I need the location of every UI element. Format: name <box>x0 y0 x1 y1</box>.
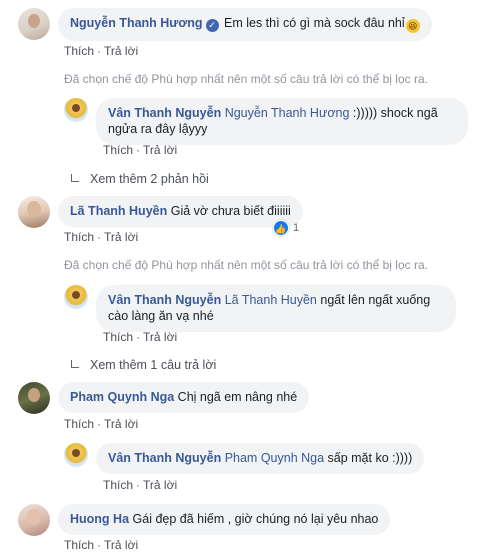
reply-button[interactable]: Trả lời <box>104 44 138 58</box>
commenter-name[interactable]: Lã Thanh Huyền <box>70 204 167 218</box>
commenter-name[interactable]: Vân Thanh Nguyễn <box>108 451 221 465</box>
filter-notice: Đã chọn chế độ Phù hợp nhất nên một số c… <box>64 72 428 86</box>
avatar[interactable] <box>64 443 88 467</box>
comment-text: sấp mặt ko :)))) <box>324 451 413 465</box>
comment-actions: Thích · Trả lời <box>103 478 178 492</box>
comment-actions: Thích · Trả lời <box>103 143 178 157</box>
comment-actions: Thích · Trả lời <box>103 330 178 344</box>
comment-text: :))))) shock ngã <box>349 106 438 120</box>
commenter-name[interactable]: Vân Thanh Nguyễn <box>108 106 221 120</box>
avatar[interactable] <box>18 196 50 228</box>
comment-bubble: Nguyễn Thanh Hương ✓ Em les thì có gì mà … <box>58 8 432 41</box>
like-reaction-icon: 👍 <box>273 220 289 236</box>
avatar[interactable] <box>64 98 88 122</box>
grin-emoji-icon: 😆 <box>405 19 420 33</box>
comment-actions: Thích · Trả lời <box>64 417 139 431</box>
comment-4: Huong Ha Gái đẹp đã hiếm , giờ chúng nó … <box>18 504 391 536</box>
comment-bubble: Huong Ha Gái đẹp đã hiếm , giờ chúng nó … <box>58 504 391 535</box>
filter-notice: Đã chọn chế độ Phù hợp nhất nên một số c… <box>64 258 428 272</box>
reply-button[interactable]: Trả lời <box>104 230 138 244</box>
commenter-name[interactable]: Nguyễn Thanh Hương <box>70 16 203 30</box>
mentioned-user[interactable]: Pham Quynh Nga <box>225 451 324 465</box>
reply-button[interactable]: Trả lời <box>104 417 138 431</box>
comment-actions: Thích · Trả lời <box>64 44 139 58</box>
commenter-name[interactable]: Huong Ha <box>70 512 129 526</box>
like-button[interactable]: Thích <box>103 330 133 344</box>
reply-3: Vân Thanh Nguyễn Pham Quynh Nga sấp mặt … <box>64 443 425 474</box>
comment-text: ngất lên ngất xuống <box>316 293 431 307</box>
reply-button[interactable]: Trả lời <box>143 330 177 344</box>
like-button[interactable]: Thích <box>64 538 94 552</box>
like-button[interactable]: Thích <box>64 230 94 244</box>
comment-bubble: Vân Thanh Nguyễn Lã Thanh Huyền ngất lên… <box>96 285 456 332</box>
mentioned-user[interactable]: Nguyễn Thanh Hương <box>225 106 350 120</box>
comment-bubble: Lã Thanh Huyền Giả vờ chưa biết điiiiii <box>58 196 303 227</box>
comment-text: Em les thì có gì mà sock đâu nhỉ <box>224 16 405 30</box>
avatar[interactable] <box>64 285 88 309</box>
view-more-label: Xem thêm 2 phản hồi <box>90 172 209 186</box>
like-button[interactable]: Thích <box>103 143 133 157</box>
comment-actions: Thích · Trả lời <box>64 538 139 552</box>
comment-text: cào làng ăn vạ nhé <box>108 309 214 323</box>
avatar[interactable] <box>18 504 50 536</box>
comment-text: Giả vờ chưa biết điiiiii <box>170 204 291 218</box>
commenter-name[interactable]: Vân Thanh Nguyễn <box>108 293 221 307</box>
comment-1: Nguyễn Thanh Hương ✓ Em les thì có gì mà … <box>18 8 432 41</box>
verified-badge-icon: ✓ <box>205 19 219 32</box>
reply-arrow-icon <box>70 360 80 370</box>
like-button[interactable]: Thích <box>103 478 133 492</box>
like-button[interactable]: Thích <box>64 417 94 431</box>
reaction-count: 1 <box>293 222 300 234</box>
comment-text: Chị ngã em nâng nhé <box>177 390 298 404</box>
reply-2: Vân Thanh Nguyễn Lã Thanh Huyền ngất lên… <box>64 285 456 332</box>
commenter-name[interactable]: Pham Quynh Nga <box>70 390 174 404</box>
view-more-replies[interactable]: Xem thêm 2 phản hồi <box>70 172 209 186</box>
comment-3: Pham Quynh Nga Chị ngã em nâng nhé <box>18 382 310 414</box>
comment-text: Gái đẹp đã hiếm , giờ chúng nó lại yêu n… <box>132 512 379 526</box>
comment-bubble: Vân Thanh Nguyễn Pham Quynh Nga sấp mặt … <box>96 443 425 474</box>
comment-actions: Thích · Trả lời <box>64 230 139 244</box>
comment-2: Lã Thanh Huyền Giả vờ chưa biết điiiiii <box>18 196 303 228</box>
reaction-badge[interactable]: 👍 1 <box>273 220 299 236</box>
reply-arrow-icon <box>70 174 80 184</box>
reply-button[interactable]: Trả lời <box>104 538 138 552</box>
comment-bubble: Pham Quynh Nga Chị ngã em nâng nhé <box>58 382 310 413</box>
reply-button[interactable]: Trả lời <box>143 143 177 157</box>
view-more-label: Xem thêm 1 câu trả lời <box>90 358 217 372</box>
view-more-replies[interactable]: Xem thêm 1 câu trả lời <box>70 358 216 372</box>
reply-button[interactable]: Trả lời <box>143 478 177 492</box>
like-button[interactable]: Thích <box>64 44 94 58</box>
comment-bubble: Vân Thanh Nguyễn Nguyễn Thanh Hương :)))… <box>96 98 468 145</box>
comment-text: ngửa ra đây lậyyy <box>108 122 208 136</box>
reply-1: Vân Thanh Nguyễn Nguyễn Thanh Hương :)))… <box>64 98 468 145</box>
mentioned-user[interactable]: Lã Thanh Huyền <box>225 293 317 307</box>
avatar[interactable] <box>18 8 50 40</box>
avatar[interactable] <box>18 382 50 414</box>
